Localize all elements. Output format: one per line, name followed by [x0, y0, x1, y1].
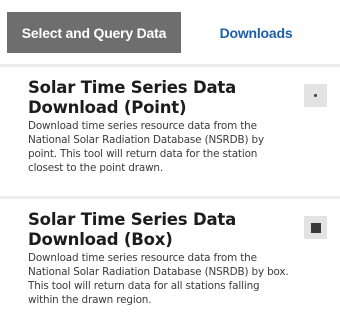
box-download-title: Solar Time Series Data Download (Box): [28, 210, 288, 250]
title-line: Download (Box): [28, 230, 173, 249]
description-line: National Solar Radiation Database (NSRDB…: [28, 134, 264, 146]
draw-point-button[interactable]: [304, 84, 327, 107]
description-line: This tool will return data for all stati…: [28, 280, 260, 292]
description-line: Download time series resource data from …: [28, 252, 257, 264]
tab-select-and-query-data[interactable]: Select and Query Data: [7, 12, 181, 53]
box-download-card: Solar Time Series Data Download (Box) Do…: [28, 210, 333, 307]
title-line: Download (Point): [28, 98, 187, 117]
point-download-title: Solar Time Series Data Download (Point): [28, 78, 288, 118]
draw-box-button[interactable]: [304, 216, 327, 239]
divider: [0, 64, 340, 67]
point-download-description: Download time series resource data from …: [28, 119, 338, 175]
divider: [0, 196, 340, 199]
point-icon: [314, 94, 317, 97]
point-download-card: Solar Time Series Data Download (Point) …: [28, 78, 333, 175]
title-line: Solar Time Series Data: [28, 210, 237, 229]
box-icon: [310, 222, 321, 233]
tab-bar: Select and Query Data Downloads: [0, 0, 340, 64]
box-download-description: Download time series resource data from …: [28, 251, 338, 307]
tab-downloads[interactable]: Downloads: [181, 12, 331, 53]
description-line: Download time series resource data from …: [28, 120, 257, 132]
description-line: within the drawn region.: [28, 294, 152, 306]
description-line: point. This tool will return data for th…: [28, 148, 258, 160]
title-line: Solar Time Series Data: [28, 78, 237, 97]
description-line: closest to the point drawn.: [28, 162, 164, 174]
description-line: National Solar Radiation Database (NSRDB…: [28, 266, 289, 278]
